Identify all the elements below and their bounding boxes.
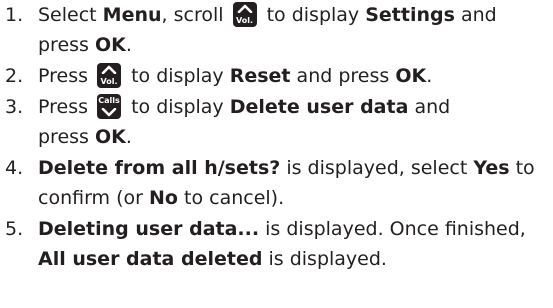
step-1: 1. Select Menu, scroll Vol. to display S… <box>0 0 553 60</box>
settings-label: Settings <box>365 4 455 26</box>
step-text: is displayed, select <box>280 157 474 179</box>
ok-label: OK <box>94 34 126 56</box>
step-text: , scroll <box>161 4 230 26</box>
step-2-line-1: Press Vol. to display Reset and press OK… <box>38 61 553 91</box>
step-text: to display <box>125 96 230 118</box>
step-text: is displayed. Once finished, <box>259 218 526 240</box>
calls-down-key-icon: Calls <box>97 94 122 119</box>
key-label: Vol. <box>236 16 254 25</box>
step-text: is displayed. <box>262 248 387 270</box>
vol-up-key-icon: Vol. <box>97 63 122 88</box>
step-5: 5. Deleting user data... is displayed. O… <box>0 214 553 274</box>
step-text: . <box>125 126 132 148</box>
step-4-line-2: confirm (or No to cancel). <box>38 183 553 213</box>
step-2: 2. Press Vol. to display Reset and press… <box>0 61 553 91</box>
delete-user-data-label: Delete user data <box>229 96 409 118</box>
yes-label: Yes <box>473 157 510 179</box>
step-number: 2. <box>5 65 24 87</box>
step-5-line-1: Deleting user data... is displayed. Once… <box>38 214 553 244</box>
step-3: 3. Press Calls to display Delete user da… <box>0 92 553 152</box>
step-1-line-1: Select Menu, scroll Vol. to display Sett… <box>38 0 553 30</box>
chevron-up-icon <box>101 65 117 74</box>
step-text: to <box>509 157 535 179</box>
step-5-line-2: All user data deleted is displayed. <box>38 244 553 274</box>
step-4-line-1: Delete from all h/sets? is displayed, se… <box>38 153 553 183</box>
step-number: 3. <box>5 96 24 118</box>
step-text: and <box>408 96 451 118</box>
step-text: . <box>426 65 433 87</box>
step-text: . <box>125 34 132 56</box>
instruction-steps: 1. Select Menu, scroll Vol. to display S… <box>0 0 553 275</box>
no-label: No <box>149 187 178 209</box>
menu-label: Menu <box>102 4 162 26</box>
step-text: Select <box>38 4 103 26</box>
step-text: press <box>38 34 95 56</box>
chevron-down-icon <box>101 108 117 117</box>
step-text: Press <box>38 96 95 118</box>
ok-label: OK <box>94 126 126 148</box>
deleting-user-data-label: Deleting user data... <box>38 218 260 240</box>
step-4: 4. Delete from all h/sets? is displayed,… <box>0 153 553 213</box>
delete-from-all-handsets-label: Delete from all h/sets? <box>38 157 281 179</box>
ok-label: OK <box>395 65 427 87</box>
step-number: 1. <box>5 4 24 26</box>
all-user-data-deleted-label: All user data deleted <box>38 248 263 270</box>
step-text: to display <box>260 4 366 26</box>
step-text: Press <box>38 65 95 87</box>
step-text: to display <box>125 65 230 87</box>
step-3-line-1: Press Calls to display Delete user data … <box>38 92 553 122</box>
step-text: confirm (or <box>38 187 149 209</box>
key-label: Calls <box>98 96 120 105</box>
step-number: 5. <box>5 218 24 240</box>
step-text: and press <box>290 65 396 87</box>
step-1-line-2: press OK. <box>38 30 553 60</box>
vol-up-key-icon: Vol. <box>232 2 257 27</box>
step-number: 4. <box>5 157 24 179</box>
key-label: Vol. <box>100 77 118 86</box>
step-3-line-2: press OK. <box>38 122 553 152</box>
step-text: to cancel). <box>177 187 285 209</box>
step-text: press <box>38 126 95 148</box>
reset-label: Reset <box>229 65 291 87</box>
step-text: and <box>454 4 497 26</box>
chevron-up-icon <box>237 4 252 13</box>
